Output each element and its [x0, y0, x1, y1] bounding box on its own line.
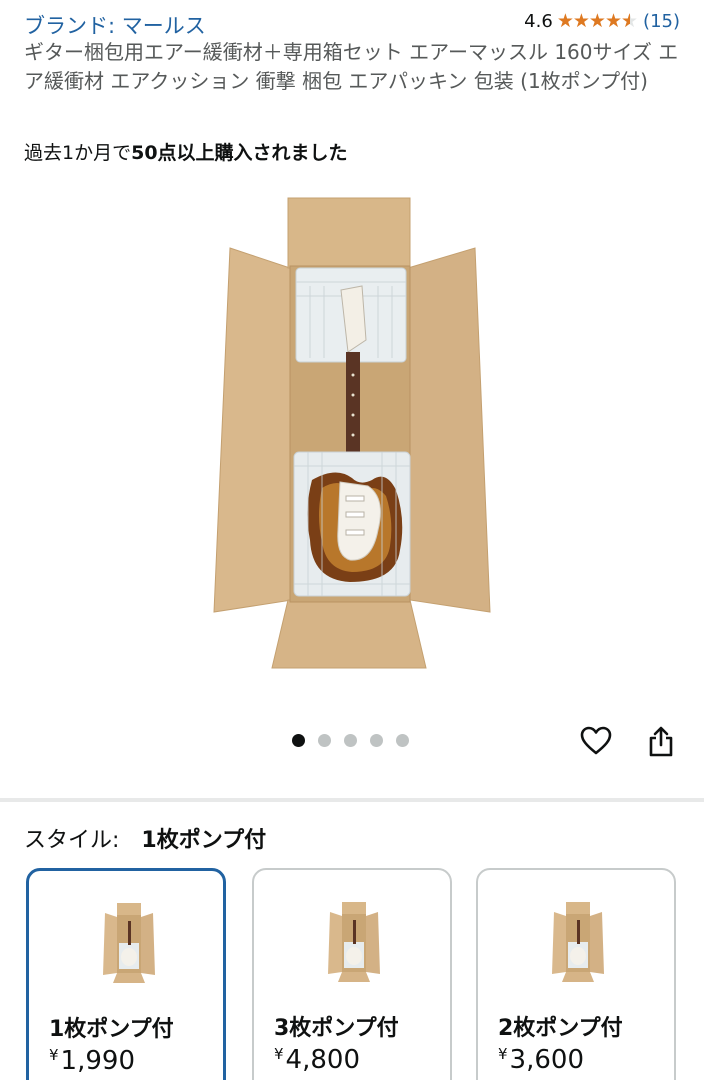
purchase-count-bold: 50点以上購入されました — [131, 142, 348, 164]
price-value: 4,800 — [285, 1045, 360, 1075]
currency-symbol: ¥ — [274, 1045, 284, 1063]
product-main-image[interactable] — [200, 190, 500, 680]
share-icon — [649, 726, 673, 757]
style-selector-label: スタイル: 1枚ポンプ付 — [24, 822, 266, 854]
style-label: スタイル: — [24, 828, 120, 853]
currency-symbol: ¥ — [49, 1046, 59, 1064]
variant-price: ¥3,600 — [498, 1045, 584, 1075]
star-icon: ★ — [588, 10, 606, 32]
header-row: ブランド: マールス 4.6 ★ ★ ★ ★ ★ (15) — [24, 8, 684, 38]
style-option-2[interactable]: 3枚ポンプ付 ¥4,800 — [252, 868, 452, 1080]
carousel-dot[interactable] — [292, 734, 305, 747]
star-icon: ★ — [604, 10, 622, 32]
style-option-3[interactable]: 2枚ポンプ付 ¥3,600 — [476, 868, 676, 1080]
share-button[interactable] — [642, 722, 680, 762]
variant-label: 3枚ポンプ付 — [274, 1016, 399, 1041]
variant-thumbnail — [328, 902, 380, 982]
purchase-count-notice: 過去1か月で50点以上購入されました — [24, 138, 348, 165]
currency-symbol: ¥ — [498, 1045, 508, 1063]
star-rating: ★ ★ ★ ★ ★ — [556, 10, 638, 32]
carousel-dot[interactable] — [344, 734, 357, 747]
rating-value: 4.6 — [524, 11, 553, 32]
review-count-link[interactable]: (15) — [643, 11, 680, 32]
wishlist-button[interactable] — [577, 722, 615, 760]
half-star-icon: ★ — [621, 12, 638, 32]
variant-label: 2枚ポンプ付 — [498, 1016, 623, 1041]
section-divider — [0, 798, 704, 802]
star-icon: ★ — [572, 10, 590, 32]
purchase-count-prefix: 過去1か月で — [24, 142, 132, 164]
price-value: 1,990 — [60, 1046, 135, 1076]
variant-price: ¥1,990 — [49, 1046, 135, 1076]
brand-link[interactable]: ブランド: マールス — [24, 10, 206, 40]
heart-icon — [580, 726, 612, 755]
carousel-dot[interactable] — [370, 734, 383, 747]
variant-label: 1枚ポンプ付 — [49, 1017, 174, 1042]
style-selected-value: 1枚ポンプ付 — [141, 828, 267, 853]
carousel-dot[interactable] — [396, 734, 409, 747]
product-title: ギター梱包用エアー緩衝材＋専用箱セット エアーマッスル 160サイズ エア緩衝材… — [24, 40, 679, 93]
carousel-indicator — [292, 734, 409, 747]
variant-thumbnail — [103, 903, 155, 983]
rating-summary[interactable]: 4.6 ★ ★ ★ ★ ★ (15) — [524, 11, 680, 32]
price-value: 3,600 — [509, 1045, 584, 1075]
carousel-dot[interactable] — [318, 734, 331, 747]
style-option-1[interactable]: 1枚ポンプ付 ¥1,990 — [26, 868, 226, 1080]
variant-thumbnail — [552, 902, 604, 982]
variant-price: ¥4,800 — [274, 1045, 360, 1075]
star-icon: ★ — [556, 10, 574, 32]
